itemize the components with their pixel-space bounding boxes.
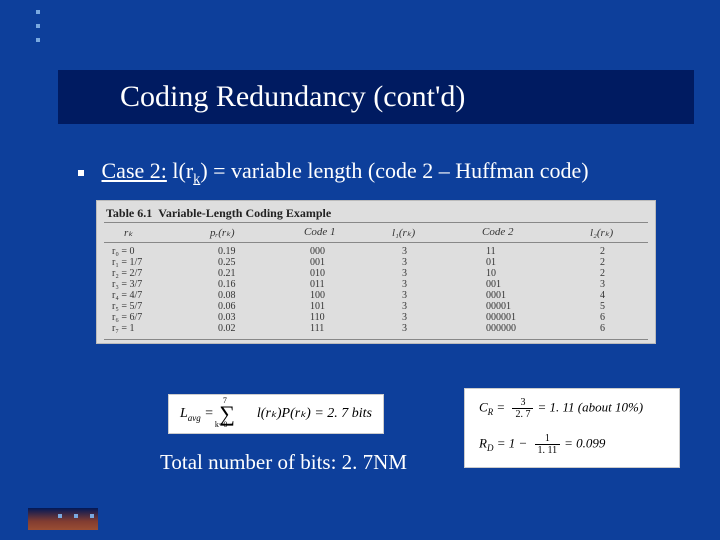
table-number: Table 6.1: [106, 206, 152, 220]
col-header-l2: l₂(rₖ): [590, 226, 613, 239]
col-header-pr: pᵣ(rₖ): [210, 226, 235, 239]
table-caption: Table 6.1 Variable-Length Coding Example: [106, 206, 331, 221]
coding-table: Table 6.1 Variable-Length Coding Example…: [96, 200, 656, 344]
decorative-gradient-bl: [28, 508, 98, 530]
bullet-case2: Case 2: l(rk) = variable length (code 2 …: [78, 158, 589, 188]
col-header-c2: Code 2: [482, 226, 513, 238]
cr-val: = 1. 11 (about 10%): [537, 399, 643, 414]
cr-equation: CR = 32. 7= 1. 11 (about 10%): [479, 397, 643, 420]
decorative-dots-top-left: [36, 10, 40, 52]
sigma-upper: 7: [223, 396, 227, 405]
lavg-symbol: L: [180, 406, 188, 421]
table-rule: [104, 339, 648, 340]
rd-den: 1. 11: [535, 445, 561, 456]
lavg-sub: avg: [188, 413, 201, 423]
cr-num: 3: [512, 397, 533, 409]
rd-val: = 0.099: [564, 435, 605, 450]
col-header-l1: l₁(rₖ): [392, 226, 415, 239]
cr-eq: =: [493, 399, 508, 414]
table-body: r₀ = 00.190003112r₁ = 1/70.250013012r₂ =…: [110, 246, 642, 340]
equation-lavg: Lavg = ∑7k=0 l(rₖ)P(rₖ) = 2. 7 bits: [168, 394, 384, 434]
lavg-eq: =: [201, 406, 217, 421]
case-label: Case 2:: [102, 158, 167, 183]
col-header-rk: rₖ: [124, 226, 133, 239]
slide-title: Coding Redundancy (cont'd): [120, 80, 465, 114]
bullet-text-2: ) = variable length (code 2 – Huffman co…: [200, 158, 588, 183]
decorative-dots-bottom-left: [58, 514, 106, 518]
table-caption-title: Variable-Length Coding Example: [158, 206, 331, 220]
lavg-body: l(rₖ)P(rₖ) = 2. 7 bits: [253, 406, 372, 421]
rd-eq: = 1 −: [493, 435, 530, 450]
total-bits-line: Total number of bits: 2. 7NM: [160, 450, 407, 475]
rd-sym: R: [479, 435, 487, 450]
title-bar: Coding Redundancy (cont'd): [58, 70, 694, 124]
table-header-row: rₖ pᵣ(rₖ) Code 1 l₁(rₖ) Code 2 l₂(rₖ): [96, 226, 656, 240]
sigma-lower: k=0: [215, 420, 228, 429]
bullet-text-1: l(r: [167, 158, 193, 183]
cr-sym: C: [479, 399, 488, 414]
equation-cr-rd: C R = 32. 7 = 1. 11 (about 10%) RD = 1 − 1…: [464, 388, 680, 468]
col-header-c1: Code 1: [304, 226, 335, 238]
cr-den: 2. 7: [512, 409, 533, 420]
table-rule: [104, 242, 648, 243]
bullet-dot-icon: [78, 170, 84, 176]
table-rule: [104, 222, 648, 223]
rd-equation: RD = 1 − 11. 11= 0.099: [479, 433, 605, 456]
rd-num: 1: [535, 433, 561, 445]
